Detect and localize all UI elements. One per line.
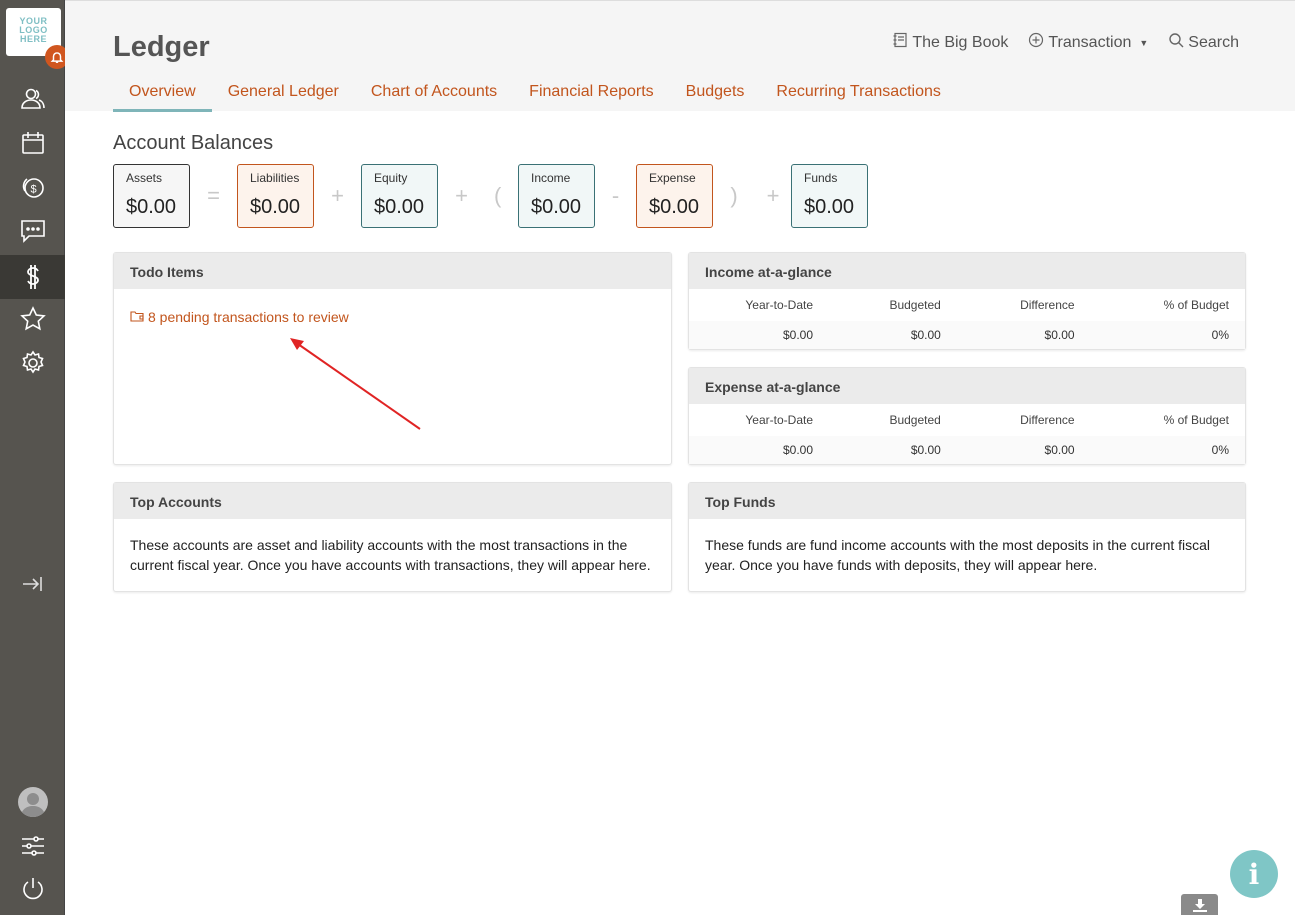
coins-icon[interactable]: $ [0,166,65,208]
table-cell: $0.00 [829,436,957,464]
table-cell: $0.00 [689,436,829,464]
balance-value: $0.00 [126,196,177,218]
top-funds-title: Top Funds [689,483,1245,519]
column-header: Budgeted [889,298,941,312]
expense-glance-table: Year-to-Date Budgeted Difference % of Bu… [689,404,1245,464]
balance-label: Expense [649,171,696,185]
operator-paren-open: ( [494,183,502,208]
column-header: Year-to-Date [745,413,813,427]
annotation-arrow-icon [290,338,421,430]
table-row: $0.00 $0.00 $0.00 0% [689,436,1245,464]
caret-down-icon: ▼ [1139,37,1149,48]
expense-glance-title: Expense at-a-glance [689,368,1245,404]
search-label: Search [1188,33,1239,51]
table-cell: $0.00 [829,321,957,349]
operator-minus: - [611,183,620,208]
balance-label: Income [531,171,571,185]
balance-funds[interactable]: Funds $0.00 [791,164,868,228]
balance-value: $0.00 [804,196,855,218]
svg-text:$: $ [30,184,36,196]
transaction-dropdown[interactable]: Transaction ▼ [1028,32,1148,53]
power-icon[interactable] [0,868,65,910]
balance-label: Assets [126,171,163,185]
account-balances-title: Account Balances [113,132,274,154]
operator-plus: + [766,183,780,208]
tab-recurring-transactions[interactable]: Recurring Transactions [760,83,957,112]
todo-panel: Todo Items 8 pending transactions to rev… [113,252,672,465]
tabs: Overview General Ledger Chart of Account… [113,83,957,112]
top-accounts-panel: Top Accounts These accounts are asset an… [113,482,672,592]
balance-label: Funds [804,171,838,185]
income-glance-title: Income at-a-glance [689,253,1245,289]
balance-value: $0.00 [250,196,301,218]
download-icon[interactable] [1181,894,1218,915]
top-funds-panel: Top Funds These funds are fund income ac… [688,482,1246,592]
column-header: % of Budget [1163,298,1229,312]
top-accounts-body: These accounts are asset and liability a… [130,537,651,573]
balance-label: Equity [374,171,408,185]
balance-assets[interactable]: Assets $0.00 [113,164,190,228]
tab-budgets[interactable]: Budgets [670,83,761,112]
table-cell: $0.00 [956,321,1091,349]
todo-title: Todo Items [114,253,671,289]
tab-general-ledger[interactable]: General Ledger [212,83,355,112]
balance-value: $0.00 [531,196,582,218]
star-icon[interactable] [0,298,65,340]
column-header: % of Budget [1163,413,1229,427]
income-glance-table: Year-to-Date Budgeted Difference % of Bu… [689,289,1245,349]
balance-expense[interactable]: Expense $0.00 [636,164,713,228]
account-balances: Assets $0.00 = Liabilities $0.00 + Equit… [113,164,868,228]
tab-chart-of-accounts[interactable]: Chart of Accounts [355,83,513,112]
sidebar: YOUR LOGO HERE $ [0,0,69,915]
table-cell: $0.00 [956,436,1091,464]
operator-plus: + [331,183,344,208]
pending-transactions-link[interactable]: 8 pending transactions to review [130,307,655,327]
balance-income[interactable]: Income $0.00 [518,164,595,228]
sliders-icon[interactable] [0,825,65,867]
balance-equity[interactable]: Equity $0.00 [361,164,438,228]
plus-circle-icon [1028,32,1044,53]
calendar-icon[interactable] [0,122,65,164]
transaction-label: Transaction [1048,33,1132,51]
page-title: Ledger [113,31,210,63]
column-header: Difference [1020,298,1075,312]
search-icon [1168,32,1184,53]
operator-paren-close: ) [730,183,738,208]
pending-transactions-label: 8 pending transactions to review [148,309,349,325]
operator-equals: = [207,183,220,208]
info-icon[interactable]: i [1230,850,1278,898]
table-row: $0.00 $0.00 $0.00 0% [689,321,1245,349]
balance-value: $0.00 [374,196,425,218]
people-icon[interactable] [0,78,65,120]
table-cell: 0% [1090,321,1245,349]
column-header: Year-to-Date [745,298,813,312]
chat-icon[interactable] [0,210,65,252]
balance-value: $0.00 [649,196,700,218]
balance-liabilities[interactable]: Liabilities $0.00 [237,164,314,228]
book-icon [892,32,908,53]
operator-plus: + [455,183,468,208]
big-book-button[interactable]: The Big Book [892,32,1008,53]
income-glance-panel: Income at-a-glance Year-to-Date Budgeted… [688,252,1246,350]
balance-label: Liabilities [250,171,300,185]
search-button[interactable]: Search [1168,32,1239,53]
avatar[interactable] [18,787,48,817]
table-cell: 0% [1090,436,1245,464]
top-funds-body: These funds are fund income accounts wit… [705,537,1211,573]
tab-financial-reports[interactable]: Financial Reports [513,83,670,112]
gear-icon[interactable] [0,342,65,384]
tab-overview[interactable]: Overview [113,83,212,112]
page-header: Ledger The Big Book Transaction ▼ Search… [65,0,1295,112]
big-book-label: The Big Book [912,33,1009,51]
column-header: Budgeted [889,413,941,427]
table-cell: $0.00 [689,321,829,349]
top-actions: The Big Book Transaction ▼ Search [892,32,1239,53]
column-header: Difference [1020,413,1075,427]
expense-glance-panel: Expense at-a-glance Year-to-Date Budgete… [688,367,1246,465]
dollar-icon[interactable] [0,255,65,299]
collapse-icon[interactable] [20,572,44,601]
folder-icon [130,307,144,327]
top-accounts-title: Top Accounts [114,483,671,519]
